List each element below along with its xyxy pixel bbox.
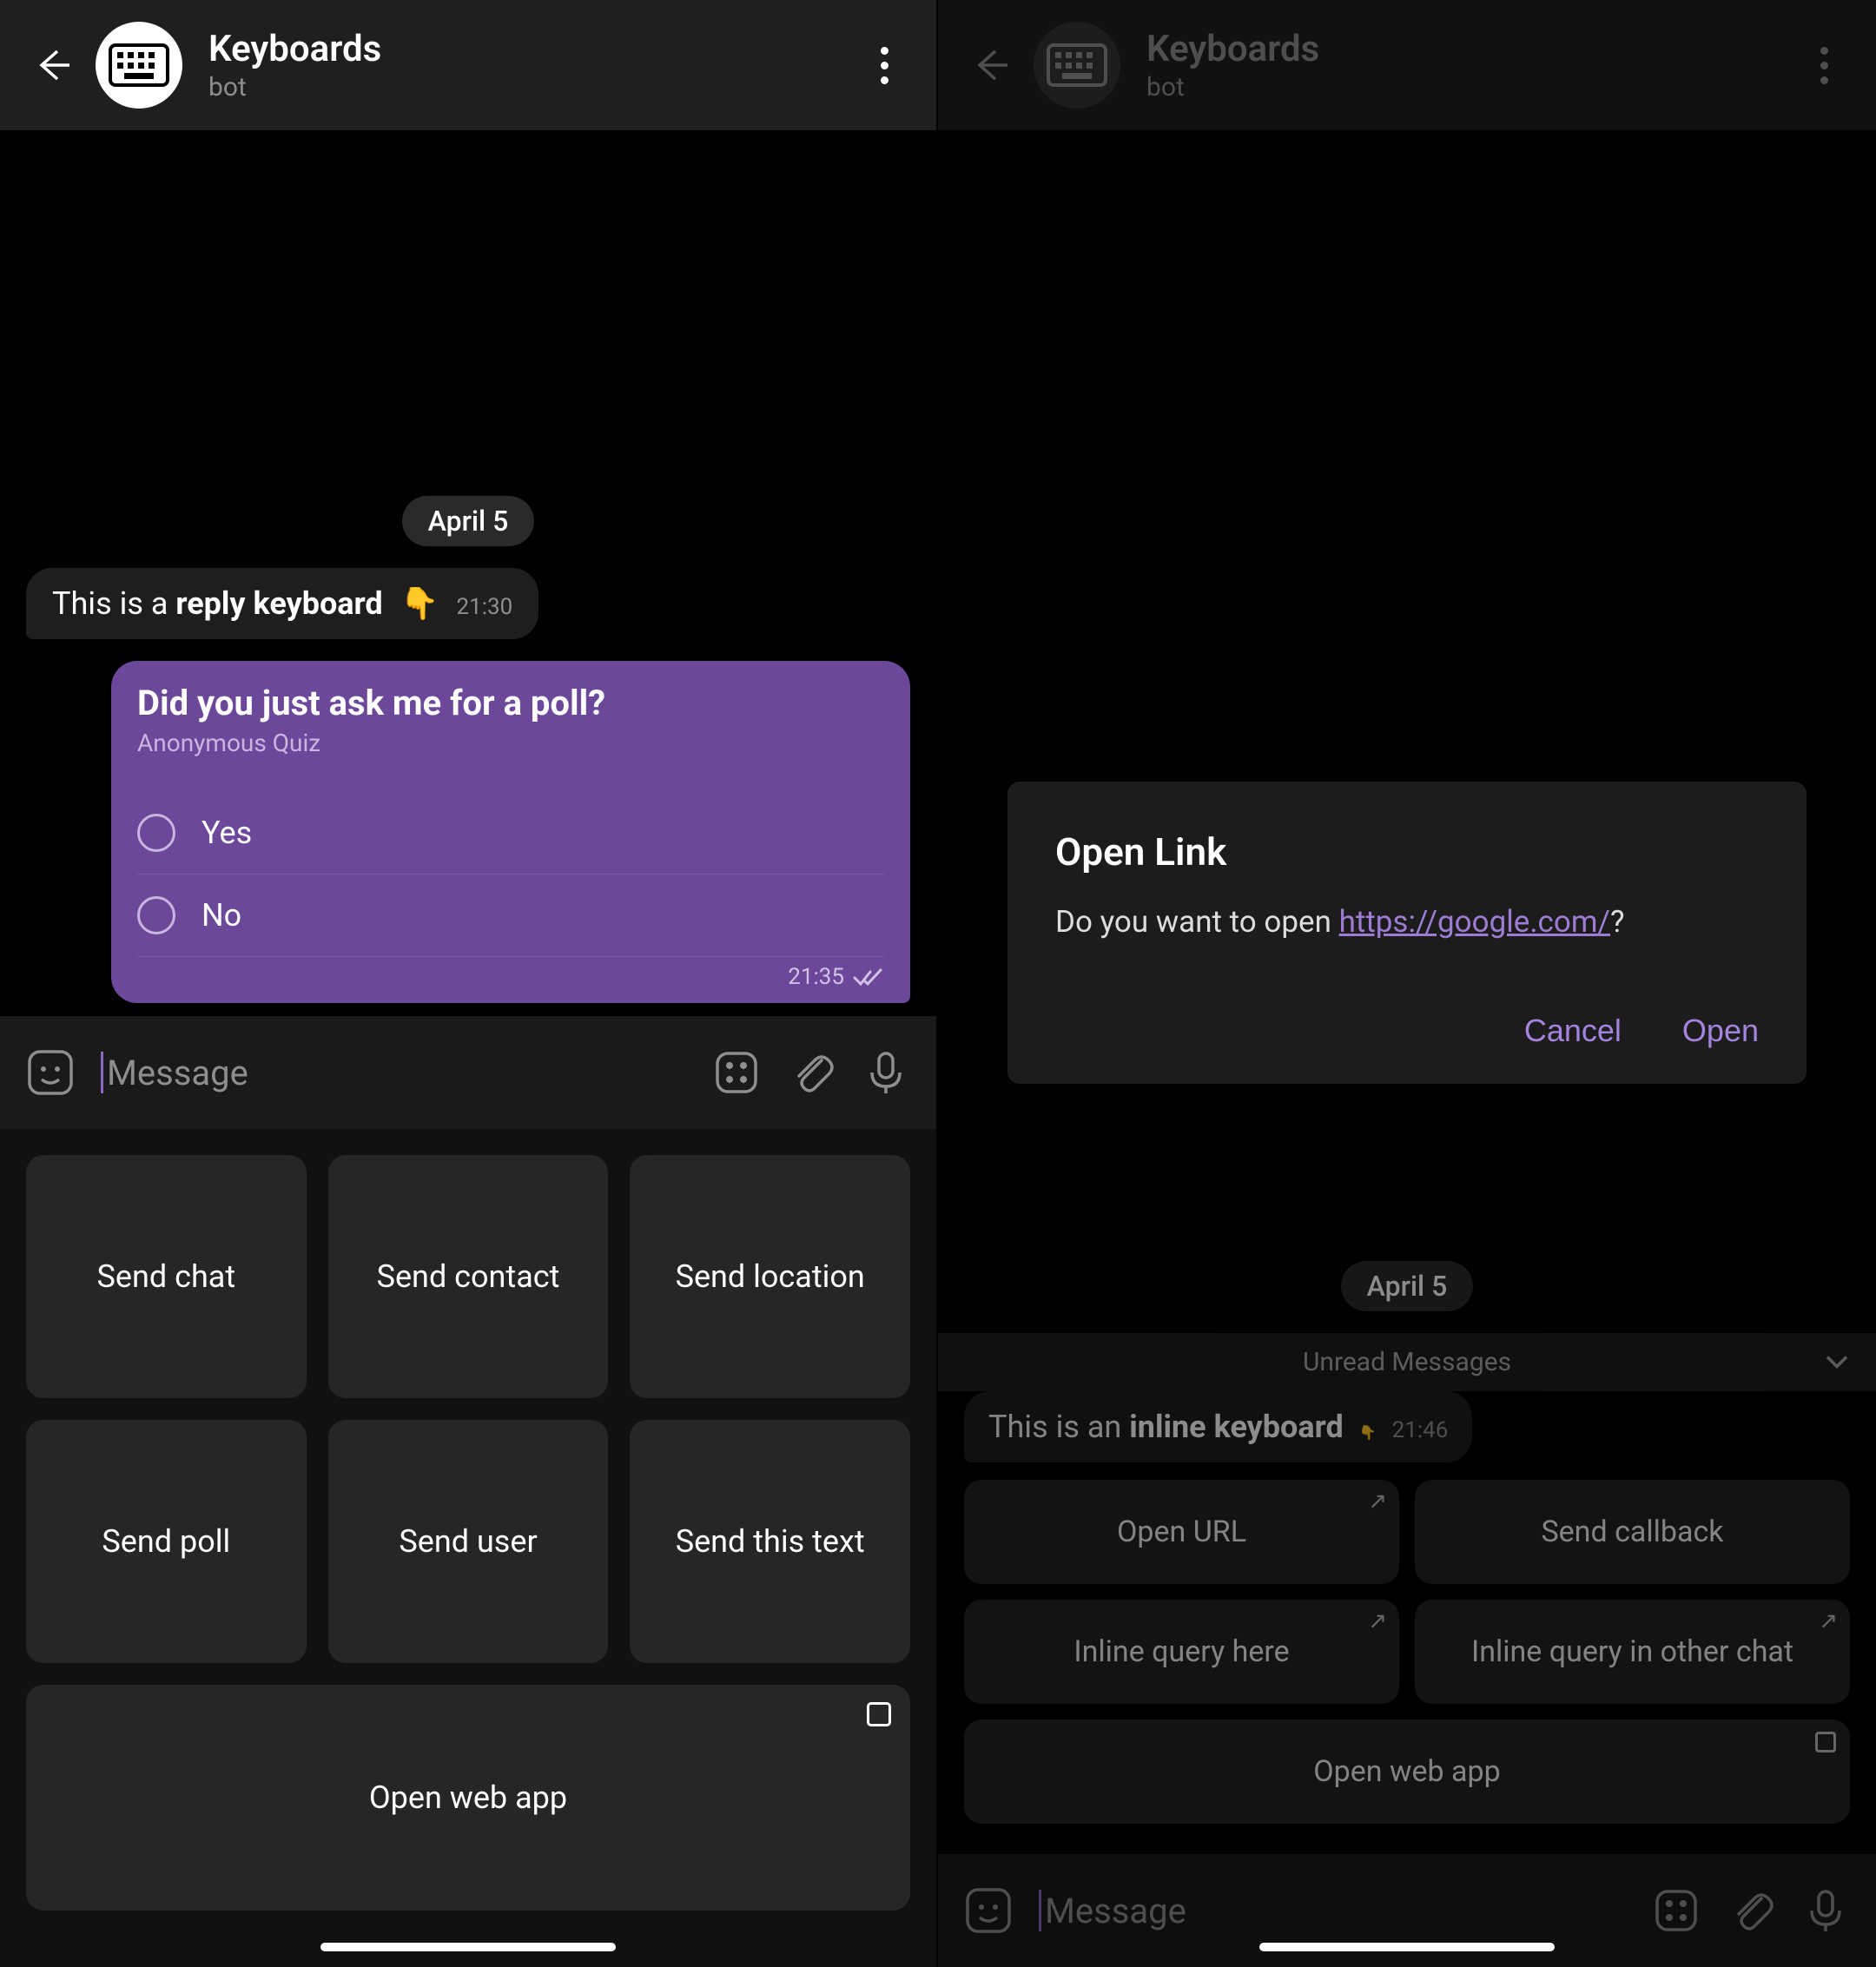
input-placeholder: Message — [1045, 1891, 1186, 1931]
dialog-cancel-button[interactable]: Cancel — [1524, 1013, 1622, 1049]
message-time: 21:30 — [457, 594, 513, 620]
reply-kb-button[interactable]: Send user — [328, 1420, 609, 1663]
bot-commands-button[interactable] — [712, 1048, 761, 1097]
inline-keyboard: Open URL ↗ Send callback Inline query he… — [964, 1480, 1850, 1824]
point-down-emoji: 👇 — [400, 585, 439, 622]
poll-options: Yes No — [137, 792, 884, 957]
reply-kb-button[interactable]: Send this text — [630, 1420, 910, 1663]
incoming-message[interactable]: This is a reply keyboard 👇 21:30 — [26, 568, 538, 639]
more-button[interactable] — [858, 39, 910, 91]
outgoing-poll-message[interactable]: Did you just ask me for a poll? Anonymou… — [111, 661, 910, 1003]
poll-option-label: No — [201, 897, 241, 934]
chat-title-block[interactable]: Keyboards bot — [208, 28, 858, 102]
inline-kb-open-url[interactable]: Open URL ↗ — [964, 1480, 1399, 1584]
poll-option[interactable]: No — [137, 875, 884, 957]
more-button[interactable] — [1798, 39, 1850, 91]
chevron-down-icon — [1824, 1347, 1850, 1377]
input-placeholder: Message — [107, 1053, 248, 1093]
webapp-badge-icon — [1815, 1732, 1836, 1752]
text-cursor — [101, 1052, 103, 1093]
chat-subtitle: bot — [1146, 72, 1798, 102]
grid-icon — [1652, 1886, 1701, 1935]
open-link-dialog: Open Link Do you want to open https://go… — [1007, 782, 1807, 1084]
message-time: 21:35 — [788, 964, 844, 990]
back-button[interactable] — [964, 39, 1016, 91]
sticker-icon — [26, 1048, 75, 1097]
dialog-url-link[interactable]: https://google.com/ — [1339, 904, 1610, 940]
message-input[interactable]: Message — [101, 1052, 686, 1093]
home-indicator[interactable] — [1259, 1943, 1555, 1951]
reply-kb-button[interactable]: Send contact — [328, 1155, 609, 1398]
message-input-bar: Message — [0, 1016, 936, 1129]
grid-icon — [712, 1048, 761, 1097]
message-input[interactable]: Message — [1039, 1890, 1626, 1931]
poll-option-label: Yes — [201, 815, 252, 851]
point-down-emoji: 👇 — [1359, 1424, 1377, 1441]
dialog-open-button[interactable]: Open — [1682, 1013, 1759, 1049]
keyboard-icon — [109, 43, 169, 87]
reply-kb-button[interactable]: Send chat — [26, 1155, 307, 1398]
date-separator: April 5 — [1341, 1261, 1474, 1311]
voice-button[interactable] — [862, 1048, 910, 1097]
webapp-badge-icon — [867, 1702, 891, 1726]
inline-kb-callback[interactable]: Send callback — [1415, 1480, 1850, 1584]
microphone-icon — [862, 1048, 910, 1097]
left-screenshot: Keyboards bot April 5 This is a reply ke… — [0, 0, 938, 1967]
reply-kb-button[interactable]: Send poll — [26, 1420, 307, 1663]
message-text: This is a reply keyboard — [52, 585, 383, 622]
sticker-button[interactable] — [26, 1048, 75, 1097]
dialog-actions: Cancel Open — [1055, 1013, 1759, 1049]
date-separator: April 5 — [402, 496, 535, 546]
reply-kb-button[interactable]: Send location — [630, 1155, 910, 1398]
microphone-icon — [1801, 1886, 1850, 1935]
bot-avatar[interactable] — [96, 22, 182, 109]
inline-kb-webapp[interactable]: Open web app — [964, 1719, 1850, 1824]
sticker-button[interactable] — [964, 1886, 1013, 1935]
chat-title: Keyboards — [208, 28, 858, 70]
home-indicator[interactable] — [320, 1943, 616, 1951]
chat-title: Keyboards — [1146, 28, 1798, 70]
double-check-icon — [853, 967, 884, 987]
back-button[interactable] — [26, 39, 78, 91]
chat-subtitle: bot — [208, 72, 858, 102]
paperclip-icon — [1727, 1886, 1775, 1935]
message-meta: 21:35 — [137, 964, 884, 990]
external-link-icon: ↗ — [1368, 1488, 1387, 1515]
bot-commands-button[interactable] — [1652, 1886, 1701, 1935]
chat-area: April 5 This is a reply keyboard 👇 21:30… — [0, 130, 936, 1016]
arrow-left-icon — [31, 44, 73, 86]
inline-kb-inline-here[interactable]: Inline query here ↗ — [964, 1600, 1399, 1704]
radio-icon — [137, 814, 175, 852]
attach-button[interactable] — [1727, 1886, 1775, 1935]
attach-button[interactable] — [787, 1048, 836, 1097]
inline-kb-inline-other[interactable]: Inline query in other chat ↗ — [1415, 1600, 1850, 1704]
chat-title-block[interactable]: Keyboards bot — [1146, 28, 1798, 102]
bot-avatar[interactable] — [1034, 22, 1120, 109]
right-screenshot: Keyboards bot April 5 Unread Messages Th… — [938, 0, 1876, 1967]
paperclip-icon — [787, 1048, 836, 1097]
incoming-message[interactable]: This is an inline keyboard 👇 21:46 — [964, 1391, 1472, 1462]
reply-keyboard: Send chat Send contact Send location Sen… — [0, 1129, 936, 1967]
keyboard-icon — [1047, 43, 1107, 87]
dialog-title: Open Link — [1055, 829, 1759, 875]
voice-button[interactable] — [1801, 1886, 1850, 1935]
message-time: 21:46 — [1392, 1417, 1449, 1443]
poll-subtitle: Anonymous Quiz — [137, 729, 884, 757]
radio-icon — [137, 896, 175, 934]
message-text: This is an inline keyboard — [988, 1409, 1344, 1445]
reply-kb-webapp-button[interactable]: Open web app — [26, 1685, 910, 1911]
chat-header: Keyboards bot — [938, 0, 1876, 130]
share-icon: ↗ — [1819, 1608, 1838, 1634]
poll-option[interactable]: Yes — [137, 792, 884, 875]
unread-separator: Unread Messages — [938, 1333, 1876, 1391]
dialog-message: Do you want to open https://google.com/? — [1055, 901, 1759, 943]
chat-header: Keyboards bot — [0, 0, 936, 130]
poll-question: Did you just ask me for a poll? — [137, 683, 884, 723]
arrow-left-icon — [969, 44, 1011, 86]
share-icon: ↗ — [1368, 1608, 1387, 1634]
text-cursor — [1039, 1890, 1041, 1931]
sticker-icon — [964, 1886, 1013, 1935]
